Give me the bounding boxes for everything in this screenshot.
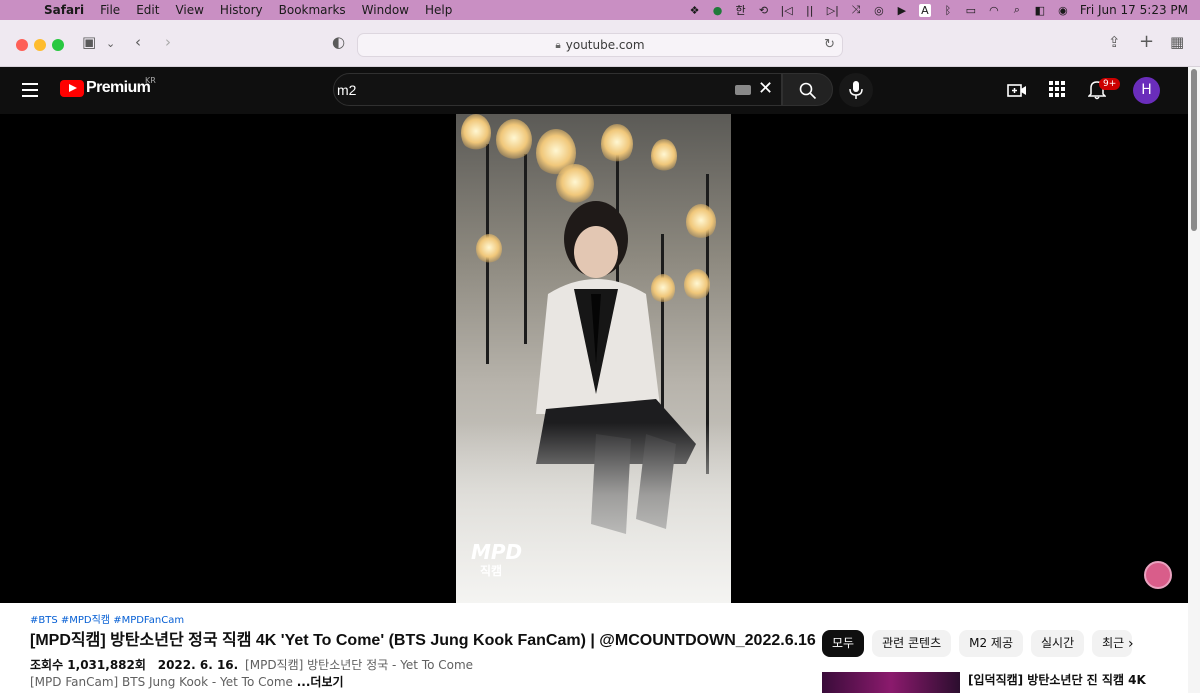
light-bulb bbox=[496, 119, 532, 161]
light-bulb bbox=[651, 139, 677, 173]
menu-bar: Safari File Edit View History Bookmarks … bbox=[0, 0, 1200, 20]
menu-window[interactable]: Window bbox=[354, 3, 417, 17]
light-bulb bbox=[601, 124, 633, 164]
video-meta: 조회수 1,031,882회 2022. 6. 16. [MPD직캠] 방탄소년… bbox=[30, 656, 473, 673]
menu-history[interactable]: History bbox=[212, 3, 271, 17]
tab-overview-icon[interactable]: ▦ bbox=[1170, 33, 1184, 51]
youtube-brand[interactable]: Premium bbox=[86, 79, 151, 97]
chip-live[interactable]: 실시간 bbox=[1031, 630, 1085, 657]
mpd-watermark-sub: 직캠 bbox=[480, 564, 503, 578]
description-preview[interactable]: [MPD FanCam] BTS Jung Kook - Yet To Come… bbox=[30, 673, 344, 690]
url-text: youtube.com bbox=[565, 38, 645, 52]
close-window-button[interactable] bbox=[16, 39, 28, 51]
clear-search-icon[interactable]: ✕ bbox=[758, 78, 773, 99]
microphone-icon bbox=[849, 81, 863, 99]
search-input[interactable] bbox=[337, 74, 717, 105]
voice-search-button[interactable] bbox=[839, 73, 873, 107]
chip-related[interactable]: 관련 콘텐츠 bbox=[872, 630, 952, 657]
menu-view[interactable]: View bbox=[167, 3, 211, 17]
description-line-1: [MPD직캠] 방탄소년단 정국 - Yet To Come bbox=[245, 658, 474, 672]
menu-help[interactable]: Help bbox=[417, 3, 460, 17]
menu-bookmarks[interactable]: Bookmarks bbox=[271, 3, 354, 17]
chevron-right-icon[interactable]: › bbox=[1128, 636, 1134, 652]
next-icon[interactable]: ▷| bbox=[827, 4, 839, 17]
wifi-icon[interactable]: ◠ bbox=[988, 4, 1000, 17]
upload-date: 2022. 6. 16. bbox=[157, 658, 239, 672]
shuffle-icon[interactable]: ⤨ bbox=[850, 3, 862, 17]
apps-grid-icon[interactable] bbox=[1048, 80, 1066, 98]
notification-count-badge: 9+ bbox=[1099, 78, 1121, 90]
address-bar[interactable]: 🔒︎ youtube.com ↻ bbox=[357, 33, 843, 57]
menu-icon[interactable] bbox=[22, 83, 38, 101]
keyboard-icon[interactable] bbox=[735, 85, 751, 95]
search-icon bbox=[799, 82, 817, 100]
region-label: KR bbox=[145, 76, 156, 85]
korean-input-icon[interactable]: 한 bbox=[735, 2, 747, 18]
share-icon[interactable]: ⇪ bbox=[1108, 33, 1121, 51]
recommendation-filter-chips: 모두 관련 콘텐츠 M2 제공 실시간 최근 bbox=[822, 630, 1133, 657]
avatar[interactable]: H bbox=[1133, 77, 1160, 104]
youtube-logo-icon[interactable] bbox=[60, 80, 84, 97]
chip-m2[interactable]: M2 제공 bbox=[959, 630, 1023, 657]
menu-file[interactable]: File bbox=[92, 3, 128, 17]
rewind-icon[interactable]: ⟲ bbox=[758, 4, 770, 17]
minimize-window-button[interactable] bbox=[34, 39, 46, 51]
search-box: ✕ bbox=[333, 73, 782, 106]
page-scrollbar[interactable] bbox=[1188, 67, 1200, 693]
menu-clock[interactable]: Fri Jun 17 5:23 PM bbox=[1080, 3, 1188, 17]
play-icon[interactable]: ▶ bbox=[896, 4, 908, 17]
light-bulb bbox=[461, 114, 491, 152]
reload-icon[interactable]: ↻ bbox=[824, 37, 835, 52]
recommended-video-thumbnail[interactable] bbox=[822, 672, 960, 693]
back-icon[interactable]: ‹ bbox=[135, 33, 141, 51]
chevron-down-icon[interactable]: ⌄ bbox=[106, 37, 115, 50]
control-center-icon[interactable]: ◧ bbox=[1034, 4, 1046, 17]
chip-all[interactable]: 모두 bbox=[822, 630, 865, 657]
forward-icon[interactable]: › bbox=[165, 33, 171, 51]
show-more-link[interactable]: ...더보기 bbox=[297, 675, 344, 689]
previous-icon[interactable]: |◁ bbox=[781, 4, 793, 17]
grammarly-icon[interactable]: ● bbox=[712, 4, 724, 17]
new-tab-icon[interactable]: + bbox=[1139, 31, 1154, 52]
pause-icon[interactable]: || bbox=[804, 4, 816, 17]
menu-app-safari[interactable]: Safari bbox=[40, 3, 92, 17]
bluetooth-icon[interactable]: ᛒ bbox=[942, 4, 954, 17]
menu-edit[interactable]: Edit bbox=[128, 3, 167, 17]
sidebar-toggle-icon[interactable]: ▣ bbox=[82, 33, 96, 51]
sync-icon[interactable]: ◎ bbox=[873, 4, 885, 17]
view-count: 조회수 1,031,882회 bbox=[30, 658, 146, 672]
dropbox-icon[interactable]: ❖ bbox=[689, 4, 701, 17]
browser-toolbar: ▣ ⌄ ‹ › ◐ 🔒︎ youtube.com ↻ ⇪ + ▦ bbox=[0, 20, 1200, 67]
description-line-2: [MPD FanCam] BTS Jung Kook - Yet To Come bbox=[30, 675, 293, 689]
input-a-icon[interactable]: A bbox=[918, 3, 931, 17]
create-video-icon[interactable] bbox=[1007, 80, 1027, 100]
scrollbar-thumb[interactable] bbox=[1191, 69, 1197, 231]
privacy-shield-icon[interactable]: ◐ bbox=[332, 33, 345, 51]
recommended-video-title[interactable]: [입덕직캠] 방탄소년단 진 직캠 4K bbox=[968, 671, 1146, 688]
zoom-window-button[interactable] bbox=[52, 39, 64, 51]
lock-icon: 🔒︎ bbox=[555, 39, 561, 51]
video-frame[interactable] bbox=[456, 114, 731, 603]
search-button[interactable] bbox=[782, 73, 833, 106]
video-title: [MPD직캠] 방탄소년단 정국 직캠 4K 'Yet To Come' (BT… bbox=[30, 632, 816, 649]
hashtags[interactable]: #BTS #MPD직캠 #MPDFanCam bbox=[30, 611, 184, 626]
mpd-watermark: MPD bbox=[471, 540, 523, 564]
youtube-header: Premium KR ✕ bbox=[0, 67, 1188, 114]
channel-watermark-icon[interactable] bbox=[1144, 561, 1172, 589]
spotlight-icon[interactable]: ⌕ bbox=[1011, 3, 1023, 17]
chip-recent[interactable]: 최근 bbox=[1092, 630, 1133, 657]
battery-icon[interactable]: ▭ bbox=[965, 4, 977, 17]
siri-icon[interactable]: ◉ bbox=[1057, 4, 1069, 17]
